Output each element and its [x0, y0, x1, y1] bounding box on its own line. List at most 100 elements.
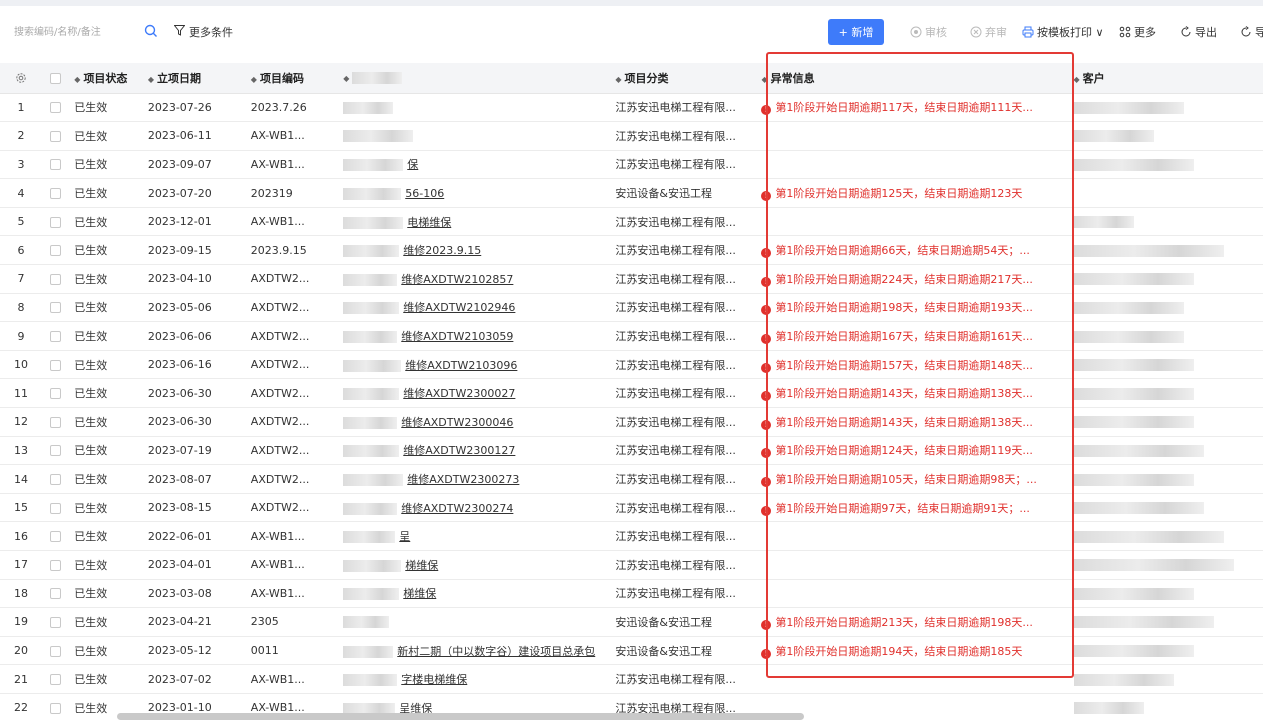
table-row[interactable]: 8 已生效 2023-05-06 AXDTW2... 维修AXDTW2102946 江苏安…	[0, 293, 1263, 323]
row-checkbox[interactable]	[42, 693, 69, 720]
project-name-link[interactable]: 梯维保	[403, 587, 436, 600]
row-checkbox[interactable]	[42, 521, 69, 551]
name-cell[interactable]: 维修AXDTW2102946	[337, 293, 610, 323]
sort-icon[interactable]: ◆	[761, 75, 767, 84]
project-name-link[interactable]: 维修AXDTW2102946	[403, 301, 515, 314]
sort-icon[interactable]: ◆	[251, 75, 257, 84]
more-button[interactable]: 更多	[1119, 19, 1156, 45]
table-row[interactable]: 3 已生效 2023-09-07 AX-WB1... 保 江苏安迅电梯工程有限...	[0, 150, 1263, 180]
row-checkbox[interactable]	[42, 493, 69, 523]
project-name-link[interactable]: 维修AXDTW2103059	[401, 330, 513, 343]
col-date[interactable]: ◆ 立项日期	[141, 63, 245, 94]
col-name[interactable]: ◆	[337, 63, 610, 94]
name-cell[interactable]: 维修AXDTW2300127	[337, 436, 610, 466]
project-name-link[interactable]: 维修AXDTW2300274	[401, 502, 513, 515]
sort-icon[interactable]: ◆	[615, 75, 621, 84]
add-button[interactable]: + 新增	[828, 19, 884, 45]
col-error[interactable]: ◆ 异常信息	[755, 63, 1068, 94]
table-row[interactable]: 18 已生效 2023-03-08 AX-WB1... 梯维保 江苏安迅电梯工程有限...	[0, 579, 1263, 609]
abandon-button[interactable]: 弃审	[970, 19, 1007, 45]
name-cell[interactable]: 新村二期（中以数字谷）建设项目总承包	[337, 636, 610, 666]
name-cell[interactable]: 维修AXDTW2103059	[337, 321, 610, 351]
row-checkbox[interactable]	[42, 636, 69, 666]
column-settings[interactable]	[0, 63, 43, 94]
project-name-link[interactable]: 维修AXDTW2300127	[403, 444, 515, 457]
name-cell[interactable]: 维修AXDTW2300046	[337, 407, 610, 437]
row-checkbox[interactable]	[42, 579, 69, 609]
row-checkbox[interactable]	[42, 664, 69, 694]
row-checkbox[interactable]	[42, 607, 69, 637]
sort-icon[interactable]: ◆	[343, 74, 349, 83]
project-name-link[interactable]: 呈	[399, 530, 410, 543]
sort-icon[interactable]: ◆	[148, 75, 154, 84]
table-row[interactable]: 5 已生效 2023-12-01 AX-WB1... 电梯维保 江苏安迅电梯工程有限...	[0, 207, 1263, 237]
project-name-link[interactable]: 56-106	[405, 187, 444, 200]
row-checkbox[interactable]	[42, 264, 69, 294]
name-cell[interactable]: 维修AXDTW2300273	[337, 464, 610, 494]
project-name-link[interactable]: 字楼电梯维保	[401, 673, 467, 686]
gear-icon[interactable]	[15, 72, 27, 84]
sort-icon[interactable]: ◆	[74, 75, 80, 84]
name-cell[interactable]: 保	[337, 150, 610, 180]
project-name-link[interactable]: 新村二期（中以数字谷）建设项目总承包	[397, 645, 595, 658]
horizontal-scrollbar[interactable]	[117, 713, 804, 720]
approve-button[interactable]: 审核	[910, 19, 947, 45]
filter-icon[interactable]	[174, 25, 185, 36]
col-customer[interactable]: ◆ 客户	[1067, 63, 1263, 94]
table-row[interactable]: 10 已生效 2023-06-16 AXDTW2... 维修AXDTW2103096 江苏…	[0, 350, 1263, 380]
project-name-link[interactable]: 维修AXDTW2300027	[403, 387, 515, 400]
row-checkbox[interactable]	[42, 378, 69, 409]
name-cell[interactable]	[337, 121, 610, 151]
col-code[interactable]: ◆ 项目编码	[244, 63, 338, 94]
name-cell[interactable]: 维修AXDTW2300027	[337, 378, 610, 409]
table-row[interactable]: 12 已生效 2023-06-30 AXDTW2... 维修AXDTW2300046 江苏…	[0, 407, 1263, 437]
project-name-link[interactable]: 维修AXDTW2300273	[407, 473, 519, 486]
table-row[interactable]: 20 已生效 2023-05-12 0011 新村二期（中以数字谷）建设项目总承包 安迅设…	[0, 636, 1263, 666]
table-row[interactable]: 11 已生效 2023-06-30 AXDTW2... 维修AXDTW2300027 江苏…	[0, 378, 1263, 409]
project-name-link[interactable]: 维修AXDTW2102857	[401, 273, 513, 286]
project-name-link[interactable]: 维修AXDTW2103096	[405, 359, 517, 372]
export-button[interactable]: 导出	[1180, 19, 1217, 45]
row-checkbox[interactable]	[42, 407, 69, 437]
table-row[interactable]: 9 已生效 2023-06-06 AXDTW2... 维修AXDTW2103059 江苏安…	[0, 321, 1263, 351]
table-row[interactable]: 1 已生效 2023-07-26 2023.7.26 江苏安迅电梯工程有限...! 第1阶…	[0, 93, 1263, 123]
row-checkbox[interactable]	[42, 350, 69, 380]
project-name-link[interactable]: 维修2023.9.15	[403, 244, 481, 257]
select-all-checkbox[interactable]	[42, 63, 69, 94]
project-name-link[interactable]: 梯维保	[405, 559, 438, 572]
name-cell[interactable]: 维修AXDTW2102857	[337, 264, 610, 294]
project-name-link[interactable]: 电梯维保	[407, 216, 451, 229]
name-cell[interactable]: 电梯维保	[337, 207, 610, 237]
sort-icon[interactable]: ◆	[1074, 75, 1080, 84]
row-checkbox[interactable]	[42, 121, 69, 151]
export-button-2[interactable]: 导	[1240, 19, 1263, 45]
more-conditions-button[interactable]: 更多条件	[189, 24, 233, 40]
col-category[interactable]: ◆ 项目分类	[609, 63, 756, 94]
row-checkbox[interactable]	[42, 207, 69, 237]
table-row[interactable]: 7 已生效 2023-04-10 AXDTW2... 维修AXDTW2102857 江苏安…	[0, 264, 1263, 294]
name-cell[interactable]: 梯维保	[337, 579, 610, 609]
table-row[interactable]: 14 已生效 2023-08-07 AXDTW2... 维修AXDTW2300273 江苏…	[0, 464, 1263, 494]
row-checkbox[interactable]	[42, 150, 69, 180]
project-name-link[interactable]: 维修AXDTW2300046	[401, 416, 513, 429]
table-row[interactable]: 17 已生效 2023-04-01 AX-WB1... 梯维保 江苏安迅电梯工程有限...	[0, 550, 1263, 580]
table-row[interactable]: 16 已生效 2022-06-01 AX-WB1... 呈 江苏安迅电梯工程有限...	[0, 521, 1263, 551]
table-row[interactable]: 4 已生效 2023-07-20 202319 56-106 安迅设备&安迅工程! 第1阶段…	[0, 178, 1263, 208]
name-cell[interactable]: 维修AXDTW2300274	[337, 493, 610, 523]
name-cell[interactable]: 维修AXDTW2103096	[337, 350, 610, 380]
search-icon[interactable]	[144, 24, 158, 38]
row-checkbox[interactable]	[42, 464, 69, 494]
row-checkbox[interactable]	[42, 235, 69, 266]
name-cell[interactable]: 维修2023.9.15	[337, 235, 610, 266]
col-status[interactable]: ◆ 项目状态	[68, 63, 142, 94]
table-row[interactable]: 6 已生效 2023-09-15 2023.9.15 维修2023.9.15 江苏安迅电梯…	[0, 235, 1263, 266]
table-row[interactable]: 15 已生效 2023-08-15 AXDTW2... 维修AXDTW2300274 江苏…	[0, 493, 1263, 523]
row-checkbox[interactable]	[42, 293, 69, 323]
name-cell[interactable]: 梯维保	[337, 550, 610, 580]
row-checkbox[interactable]	[42, 178, 69, 208]
table-row[interactable]: 13 已生效 2023-07-19 AXDTW2... 维修AXDTW2300127 江苏…	[0, 436, 1263, 466]
name-cell[interactable]	[337, 93, 610, 123]
table-row[interactable]: 2 已生效 2023-06-11 AX-WB1... 江苏安迅电梯工程有限...	[0, 121, 1263, 151]
row-checkbox[interactable]	[42, 436, 69, 466]
name-cell[interactable]: 56-106	[337, 178, 610, 208]
